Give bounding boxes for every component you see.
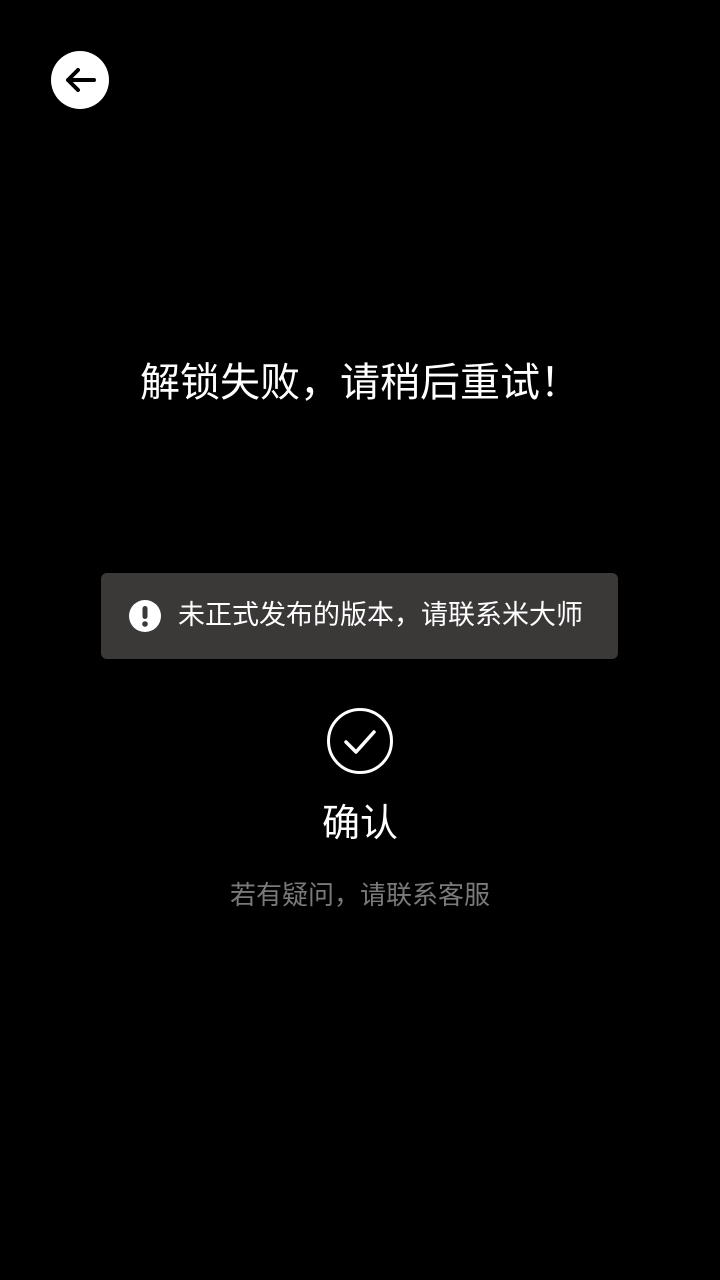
- check-circle-icon: [327, 708, 393, 774]
- confirm-label: 确认: [321, 801, 398, 845]
- page-title: 解锁失败，请稍后重试！: [140, 360, 580, 406]
- confirm-button[interactable]: 确认: [290, 705, 430, 855]
- toast-text: 未正式发布的版本，请联系米大师: [178, 600, 583, 631]
- help-text: 若有疑问，请联系客服: [229, 881, 490, 911]
- exclamation-circle-icon: [129, 600, 161, 632]
- arrow-left-icon: [66, 68, 96, 92]
- toast-message: 未正式发布的版本，请联系米大师: [101, 573, 618, 659]
- back-button[interactable]: [51, 51, 109, 109]
